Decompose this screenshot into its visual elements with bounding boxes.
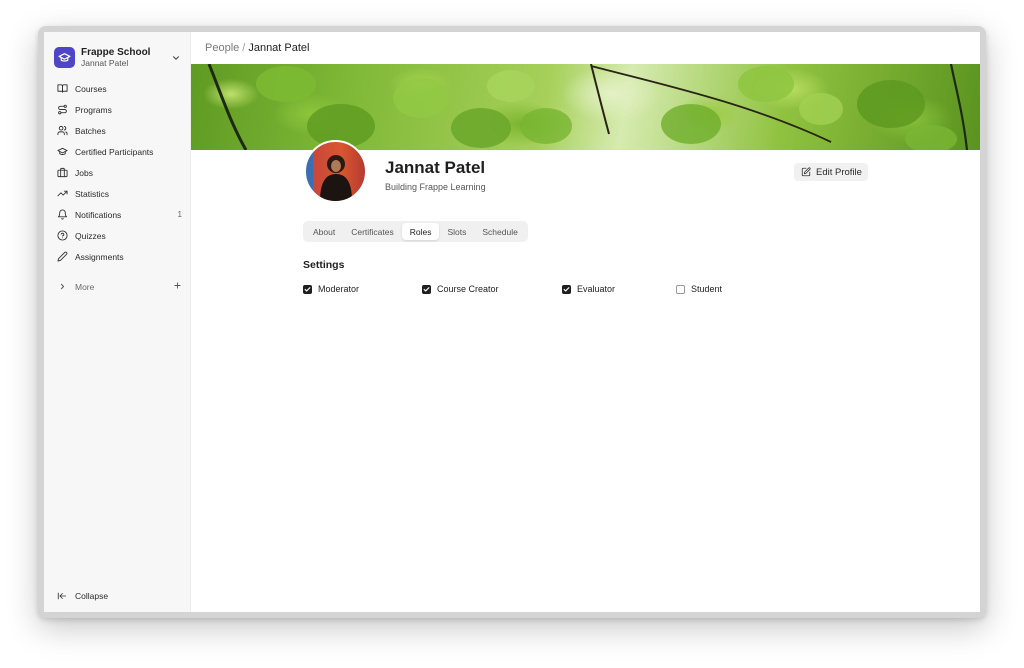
breadcrumb-people-link[interactable]: People	[205, 42, 239, 54]
school-logo-icon	[54, 47, 75, 68]
sidebar-item-label: Quizzes	[75, 230, 106, 241]
role-label: Course Creator	[437, 284, 499, 294]
tab-certificates[interactable]: Certificates	[343, 223, 402, 240]
checkbox-checked-icon[interactable]	[303, 284, 312, 294]
arrow-left-to-line-icon	[56, 590, 68, 602]
roles-checkbox-group: Moderator Course Creator Evaluator Stude…	[303, 284, 803, 298]
briefcase-icon	[56, 167, 68, 179]
graduation-cap-icon	[56, 146, 68, 158]
role-label: Student	[691, 284, 723, 294]
chevron-right-icon	[56, 281, 68, 293]
checkbox-unchecked-icon[interactable]	[676, 284, 685, 294]
sidebar-item-quizzes[interactable]: Quizzes	[44, 225, 190, 246]
profile-tagline: Building Frappe Learning	[385, 182, 486, 192]
sidebar-item-batches[interactable]: Batches	[44, 120, 190, 141]
sidebar-item-label: Assignments	[75, 251, 124, 262]
route-icon	[56, 104, 68, 116]
notification-count-badge: 1	[177, 210, 182, 219]
role-evaluator-checkbox[interactable]: Evaluator	[562, 284, 615, 294]
person-photo-icon	[320, 155, 352, 201]
main-content: People / Jannat Patel Jannat Patel Build…	[191, 32, 980, 612]
trending-up-icon	[56, 188, 68, 200]
more-section-toggle[interactable]: More	[44, 276, 190, 297]
sidebar-item-label: Certified Participants	[75, 146, 154, 157]
book-icon	[56, 83, 68, 95]
edit-profile-label: Edit Profile	[816, 166, 862, 178]
users-icon	[56, 125, 68, 137]
profile-tabs: About Certificates Roles Slots Schedule	[303, 221, 528, 242]
tab-schedule[interactable]: Schedule	[474, 223, 525, 240]
sidebar-item-jobs[interactable]: Jobs	[44, 162, 190, 183]
breadcrumb-current: Jannat Patel	[248, 42, 310, 54]
edit-profile-button[interactable]: Edit Profile	[794, 163, 868, 181]
tab-about[interactable]: About	[305, 223, 343, 240]
role-student-checkbox[interactable]: Student	[676, 284, 722, 294]
app-frame: Frappe School Jannat Patel Courses Progr…	[44, 32, 980, 612]
settings-heading: Settings	[303, 259, 345, 271]
sidebar-item-label: Jobs	[75, 167, 93, 178]
checkbox-checked-icon[interactable]	[562, 284, 571, 294]
sidebar-item-label: Programs	[75, 104, 112, 115]
sidebar-item-statistics[interactable]: Statistics	[44, 183, 190, 204]
collapse-sidebar-button[interactable]: Collapse	[44, 587, 116, 605]
sidebar-item-label: Courses	[75, 83, 107, 94]
role-label: Evaluator	[577, 284, 616, 294]
sidebar-item-assignments[interactable]: Assignments	[44, 246, 190, 267]
profile-name: Jannat Patel	[385, 158, 486, 177]
app-window: Frappe School Jannat Patel Courses Progr…	[38, 26, 986, 618]
tab-slots[interactable]: Slots	[439, 223, 474, 240]
leaf-branches-illustration	[207, 64, 969, 150]
workspace-name: Frappe School	[81, 46, 151, 58]
chevron-down-icon[interactable]	[170, 52, 182, 64]
breadcrumb: People / Jannat Patel	[191, 32, 980, 64]
more-label: More	[75, 281, 95, 292]
breadcrumb-separator: /	[242, 42, 246, 54]
plus-icon[interactable]	[173, 281, 182, 292]
tab-roles[interactable]: Roles	[401, 223, 440, 240]
collapse-label: Collapse	[75, 591, 109, 601]
sidebar-item-programs[interactable]: Programs	[44, 99, 190, 120]
sidebar-item-courses[interactable]: Courses	[44, 78, 190, 99]
bell-icon	[56, 209, 68, 221]
help-circle-icon	[56, 230, 68, 242]
role-course-creator-checkbox[interactable]: Course Creator	[422, 284, 499, 294]
edit-icon	[800, 167, 811, 178]
pencil-icon	[56, 251, 68, 263]
workspace-user: Jannat Patel	[81, 57, 129, 68]
profile-cover-image	[191, 64, 980, 150]
role-label: Moderator	[318, 284, 360, 294]
sidebar-item-label: Statistics	[75, 188, 110, 199]
sidebar-item-certified-participants[interactable]: Certified Participants	[44, 141, 190, 162]
sidebar-item-notifications[interactable]: Notifications 1	[44, 204, 190, 225]
sidebar: Frappe School Jannat Patel Courses Progr…	[44, 32, 191, 612]
sidebar-nav: Courses Programs Batches Certified Parti…	[44, 78, 190, 267]
role-moderator-checkbox[interactable]: Moderator	[303, 284, 359, 294]
profile-header: Jannat Patel Building Frappe Learning Ed…	[191, 140, 980, 222]
sidebar-item-label: Notifications	[75, 209, 122, 220]
workspace-switcher[interactable]: Frappe School Jannat Patel	[44, 32, 190, 74]
checkbox-checked-icon[interactable]	[422, 284, 431, 294]
sidebar-item-label: Batches	[75, 125, 106, 136]
avatar	[304, 140, 367, 203]
